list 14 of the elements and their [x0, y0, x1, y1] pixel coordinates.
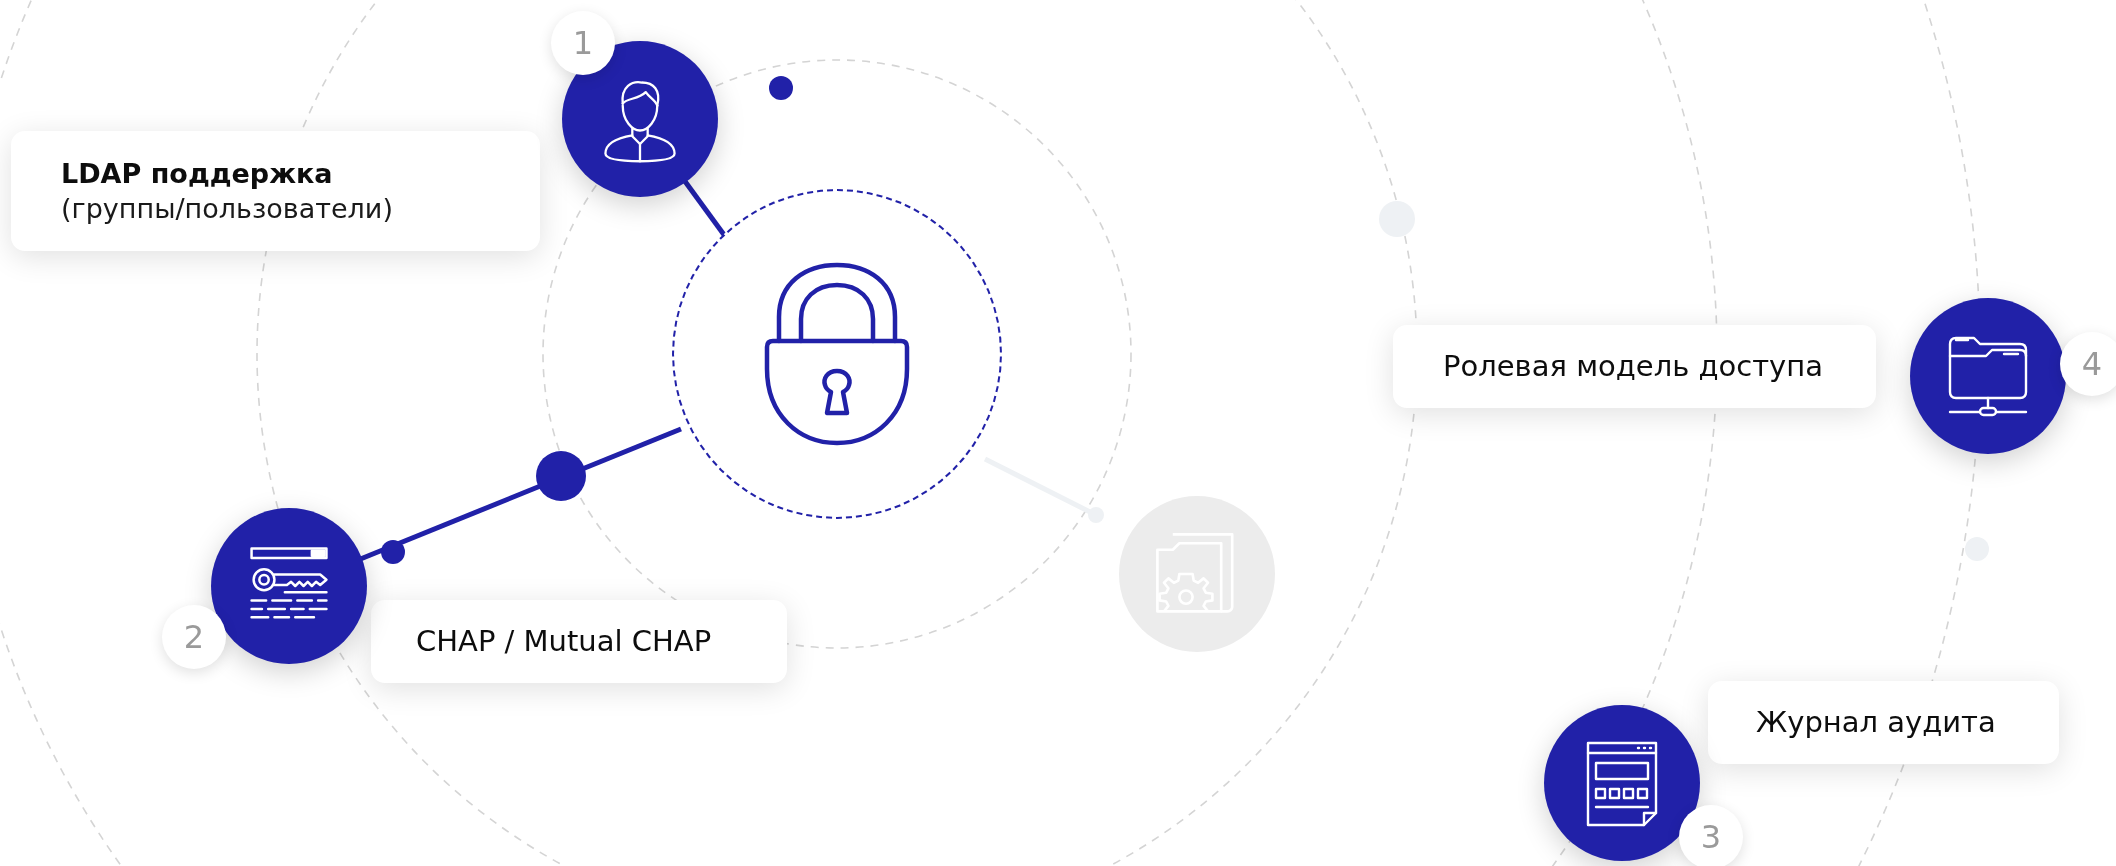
orbit-dot: [1965, 537, 1989, 561]
orbit-dot: [769, 76, 793, 100]
feature-title: Ролевая модель доступа: [1443, 347, 1825, 385]
step-number: 3: [1679, 805, 1743, 866]
step-number: 4: [2060, 332, 2116, 396]
feature-subtitle: (группы/пользователи): [61, 192, 394, 226]
feature-title: Журнал аудита: [1756, 703, 1997, 741]
feature-title: LDAP поддержка: [61, 156, 334, 191]
feature-title: CHAP / Mutual CHAP: [416, 622, 713, 660]
step-number: 1: [551, 11, 615, 75]
step-number: 2: [162, 605, 226, 669]
orbit-dot: [381, 540, 405, 564]
orbit-dot: [1379, 201, 1415, 237]
orbit-dot: [536, 451, 586, 501]
